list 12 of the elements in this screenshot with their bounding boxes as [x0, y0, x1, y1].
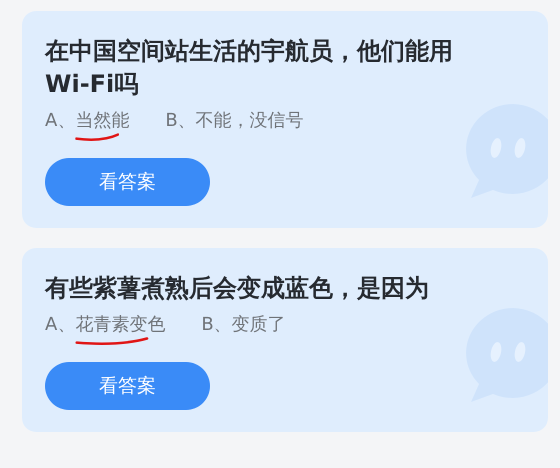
- show-answer-button[interactable]: 看答案: [45, 158, 210, 206]
- show-answer-button[interactable]: 看答案: [45, 362, 210, 410]
- question-title: 在中国空间站生活的宇航员，他们能用Wi-Fi吗: [45, 36, 454, 100]
- option-letter: A、: [45, 109, 76, 133]
- option-letter: B、: [165, 109, 196, 133]
- option-text[interactable]: 当然能: [75, 110, 130, 142]
- option-letter: B、: [201, 313, 232, 337]
- question-title: 有些紫薯煮熟后会变成蓝色，是因为: [45, 273, 430, 304]
- option-text[interactable]: 不能，没信号: [196, 110, 304, 131]
- option-text[interactable]: 花青素变色: [75, 314, 166, 346]
- option-text[interactable]: 变质了: [232, 314, 286, 335]
- option-letter: A、: [45, 313, 76, 337]
